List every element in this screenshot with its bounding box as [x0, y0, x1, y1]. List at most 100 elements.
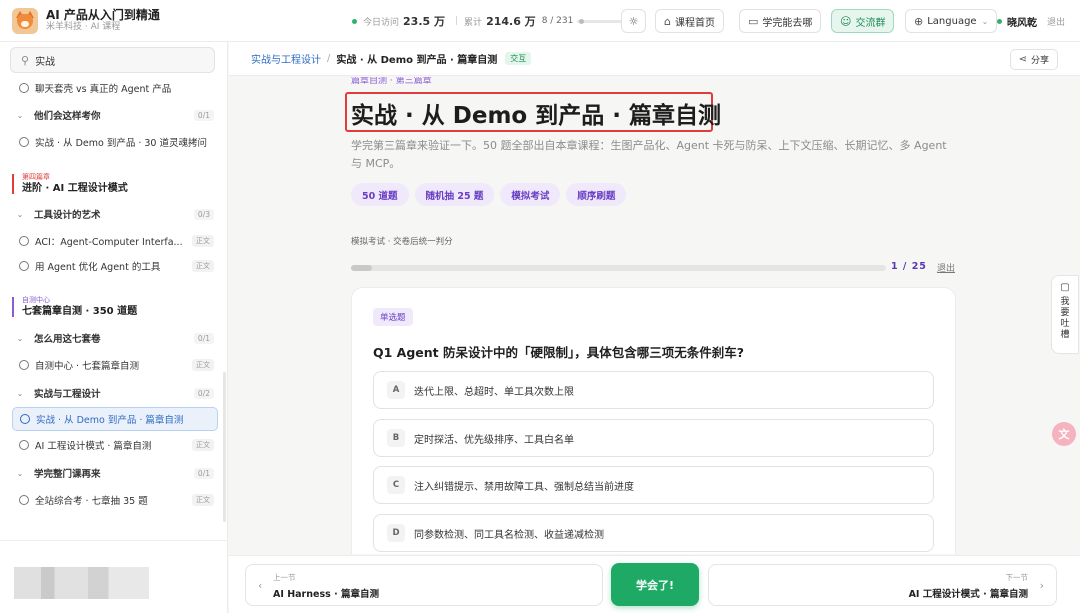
page-title: 实战 · 从 Demo 到产品 · 篇章自测: [351, 103, 721, 129]
chapter-title: 七套篇章自测 · 350 道题: [22, 306, 138, 317]
search-value: 实战: [35, 56, 56, 68]
translate-icon[interactable]: 文: [1052, 422, 1076, 446]
group-label: 他们会这样考你: [34, 111, 101, 122]
mode-chips: 50 道题 随机抽 25 题 模拟考试 顺序刷题: [351, 183, 632, 206]
learned-button[interactable]: 学会了!: [611, 563, 699, 606]
question-card: 单选题 Q1 Agent 防呆设计中的「硬限制」，具体包含哪三项无条件刹车? A…: [351, 287, 956, 554]
option-a[interactable]: A 迭代上限、总超时、单工具次数上限: [373, 371, 934, 409]
sidebar-item-ai-patterns[interactable]: AI 工程设计模式 · 篇章自测 正文: [12, 433, 218, 457]
chapter-tag: 自测中心: [22, 296, 50, 304]
option-letter: A: [387, 381, 405, 399]
community-button[interactable]: ☺ 交流群: [831, 9, 895, 33]
online-dot-icon: [352, 18, 357, 24]
option-b[interactable]: B 定时探活、优先级排序、工具白名单: [373, 419, 934, 457]
after-learning-label: 学完能去哪: [762, 17, 813, 29]
sidebar-scrollbar[interactable]: [223, 372, 226, 522]
share-icon: ⋖: [1018, 54, 1027, 65]
top-header: AI 产品从入门到精通 米羊科技 · AI 课程 今日访问 23.5 万 | 累…: [0, 0, 1080, 42]
question-type-badge: 单选题: [373, 308, 413, 326]
item-tag: 正文: [192, 494, 214, 506]
status-circle-icon: [19, 440, 29, 450]
status-circle-icon: [19, 495, 29, 505]
people-icon: ☺: [840, 14, 852, 28]
sidebar-item-optimize-tools[interactable]: 用 Agent 优化 Agent 的工具 正文: [12, 254, 218, 278]
share-button[interactable]: ⋖ 分享: [1009, 49, 1058, 70]
chip-mock-exam[interactable]: 模拟考试: [500, 183, 561, 206]
breadcrumb-parent-link[interactable]: 实战与工程设计: [251, 51, 321, 66]
sidebar-item-30-questions[interactable]: 实战 · 从 Demo 到产品 · 30 道灵魂拷问: [12, 130, 218, 154]
sidebar-group-tool-design[interactable]: ⌄ 工具设计的艺术 0/3: [12, 204, 218, 224]
sidebar-group-how-use[interactable]: ⌄ 怎么用这七套卷 0/1: [12, 328, 218, 348]
language-select[interactable]: ⊕ Language ⌄: [905, 9, 998, 33]
chapter-heading-4: 第四篇章 进阶 · AI 工程设计模式: [12, 173, 212, 195]
sidebar-item-label: 聊天套壳 vs 真正的 Agent 产品: [35, 84, 172, 95]
main-content: 篇章自测 · 第三篇章 实战 · 从 Demo 到产品 · 篇章自测 学完第三篇…: [229, 77, 1080, 554]
group-label: 实战与工程设计: [34, 389, 101, 400]
sidebar-item-chat-vs-agent[interactable]: 聊天套壳 vs 真正的 Agent 产品: [12, 76, 218, 100]
comment-icon: ▢: [1060, 282, 1070, 293]
option-letter: C: [387, 476, 405, 494]
page-kicker: 篇章自测 · 第三篇章: [351, 77, 432, 86]
theme-toggle-button[interactable]: ☼: [621, 9, 646, 33]
globe-icon: ⊕: [914, 14, 924, 28]
today-label: 今日访问: [363, 17, 400, 28]
today-value: 23.5 万: [403, 15, 445, 28]
sidebar-item-aci[interactable]: ACI：Agent-Computer Interfa... 正文: [12, 229, 218, 253]
feedback-button[interactable]: ▢ 我要吐槽: [1051, 275, 1079, 354]
chevron-down-icon: ⌄: [16, 110, 24, 120]
chevron-down-icon: ⌄: [16, 468, 24, 478]
logout-link[interactable]: 退出: [1047, 15, 1065, 28]
item-tag: 正文: [192, 359, 214, 371]
exam-progress-text: 1 / 25: [891, 261, 927, 272]
breadcrumb-current: 实战 · 从 Demo 到产品 · 篇章自测: [336, 55, 498, 66]
group-count: 0/1: [193, 109, 214, 121]
exam-progress-bar: [351, 265, 886, 271]
option-c[interactable]: C 注入纠错提示、禁用故障工具、强制总结当前进度: [373, 466, 934, 504]
fox-logo-icon[interactable]: [12, 7, 38, 34]
briefcase-icon: ▭: [748, 14, 759, 28]
breadcrumb: 实战与工程设计 / 实战 · 从 Demo 到产品 · 篇章自测 交互 ⋖ 分享: [229, 42, 1080, 76]
option-text: 迭代上限、总超时、单工具次数上限: [414, 386, 574, 398]
group-count: 0/1: [193, 332, 214, 344]
share-label: 分享: [1030, 56, 1049, 66]
user-name[interactable]: 晓风乾: [1007, 14, 1037, 29]
group-label: 工具设计的艺术: [34, 210, 101, 221]
sidebar-item-label: 自测中心 · 七套篇章自测: [35, 361, 140, 372]
search-input[interactable]: ⚲ 实战: [10, 47, 215, 73]
status-circle-icon: [19, 137, 29, 147]
exit-exam-link[interactable]: 退出: [937, 261, 955, 274]
status-circle-icon: [19, 83, 29, 93]
exam-mode-text: 模拟考试 · 交卷后统一判分: [351, 237, 453, 247]
stats-divider: |: [455, 16, 459, 26]
course-home-button[interactable]: ⌂ 课程首页: [655, 9, 724, 33]
chip-50-questions[interactable]: 50 道题: [351, 183, 409, 206]
chip-sequential[interactable]: 顺序刷题: [566, 183, 627, 206]
sidebar-group-final[interactable]: ⌄ 学完整门课再来 0/1: [12, 463, 218, 483]
item-tag: 正文: [192, 439, 214, 451]
chapter-marker: [12, 297, 14, 317]
chevron-down-icon: ⌄: [16, 209, 24, 219]
breadcrumb-separator: /: [327, 53, 331, 64]
next-lesson-button[interactable]: 下一节 AI 工程设计模式 · 篇章自测 ›: [708, 564, 1057, 606]
option-letter: B: [387, 429, 405, 447]
option-d[interactable]: D 同参数检测、同工具名检测、收益递减检测: [373, 514, 934, 552]
brand-title: AI 产品从入门到精通: [46, 8, 160, 22]
item-tag: 正文: [192, 260, 214, 272]
group-count: 0/1: [193, 467, 214, 479]
chapter-title: 进阶 · AI 工程设计模式: [22, 183, 128, 194]
sidebar-group-practice[interactable]: ⌄ 实战与工程设计 0/2: [12, 383, 218, 403]
item-tag: 正文: [192, 235, 214, 247]
sidebar-item-test-center[interactable]: 自测中心 · 七套篇章自测 正文: [12, 353, 218, 377]
chip-random-25[interactable]: 随机抽 25 题: [414, 183, 495, 206]
after-learning-button[interactable]: ▭ 学完能去哪: [739, 9, 822, 33]
prev-small-label: 上一节: [273, 573, 296, 582]
sidebar-group-how-tested[interactable]: ⌄ 他们会这样考你 0/1: [12, 105, 218, 125]
sidebar-item-demo-product[interactable]: 实战 · 从 Demo 到产品 · 篇章自测: [12, 407, 218, 431]
brand: AI 产品从入门到精通 米羊科技 · AI 课程: [46, 8, 160, 33]
sidebar-item-final-exam[interactable]: 全站综合考 · 七章抽 35 题 正文: [12, 488, 218, 512]
feedback-label: 我要吐槽: [1060, 297, 1070, 340]
prev-lesson-button[interactable]: ‹ 上一节 AI Harness · 篇章自测: [245, 564, 603, 606]
sidebar-item-label: 实战 · 从 Demo 到产品 · 篇章自测: [36, 415, 184, 426]
group-label: 学完整门课再来: [34, 469, 101, 480]
status-circle-icon: [19, 236, 29, 246]
